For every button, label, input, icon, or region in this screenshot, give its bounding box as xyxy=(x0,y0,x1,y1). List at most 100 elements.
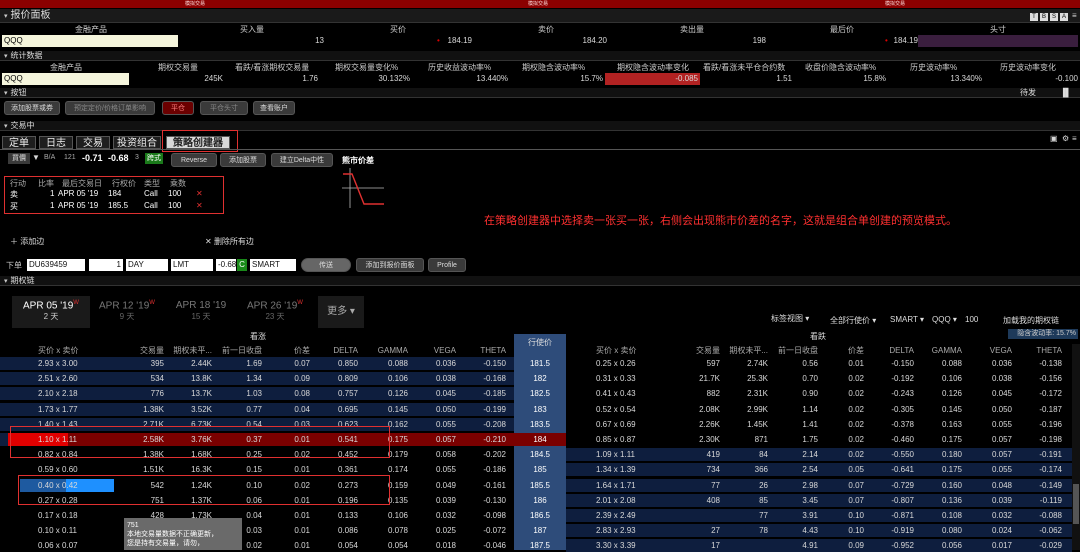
quote-symbol[interactable]: QQQ xyxy=(2,35,178,47)
view-account-button[interactable]: 查看账户 xyxy=(253,101,295,115)
add-instrument-button[interactable]: 添加股票或券 xyxy=(4,101,60,115)
strike-cell: 186.5 xyxy=(529,511,551,520)
chain-row[interactable]: 1.73 x 1.77 1.38K 3.52K 0.77 0.04 0.695 0.145 0… xyxy=(0,402,1080,416)
call-cell: 395 xyxy=(150,359,164,368)
order-type-select[interactable]: LMT xyxy=(171,259,213,271)
remove-all-legs-button[interactable]: ✕ 删除所有边 xyxy=(205,236,254,247)
more-menu-icon[interactable]: ▐▌ xyxy=(1060,88,1071,98)
call-cell[interactable]: 0.06 x 0.07 xyxy=(38,539,98,552)
tab-log[interactable]: 日志 xyxy=(39,136,73,149)
put-cell[interactable]: 0.67 x 0.69 xyxy=(596,418,656,431)
buy-icon[interactable]: B xyxy=(1040,13,1048,21)
price-field[interactable]: -0.68 xyxy=(216,259,236,271)
call-cell[interactable]: 0.10 x 0.11 xyxy=(38,524,98,537)
add-leg-button[interactable]: ＋ 添加边 xyxy=(10,236,44,247)
buttons-panel-header[interactable]: ▾ 按钮 待发 ▐▌ xyxy=(0,88,1080,98)
strike-cell: 183.5 xyxy=(529,419,551,429)
put-cell: 408 xyxy=(706,495,720,505)
tif-select[interactable]: DAY xyxy=(126,259,168,271)
chain-row[interactable]: 2.93 x 3.00 395 2.44K 1.69 0.07 0.850 0.088 0.0… xyxy=(0,357,1080,370)
put-col: 价差 xyxy=(848,346,864,355)
collapse-icon[interactable]: ▾ xyxy=(4,10,8,24)
put-cell[interactable]: 0.85 x 0.87 xyxy=(596,433,656,446)
symbol-chain-select[interactable]: QQQ ▾ xyxy=(932,315,957,324)
put-cell: 2.98 xyxy=(802,480,818,490)
expiry-tab-4[interactable]: APR 26 '19W 23 天 xyxy=(238,296,312,328)
put-cell[interactable]: 0.31 x 0.33 xyxy=(596,372,656,385)
add-stock-button[interactable]: 添加股票 xyxy=(220,153,266,167)
chain-row[interactable]: 2.10 x 2.18 776 13.7K 1.03 0.08 0.757 0.126 0.0… xyxy=(0,387,1080,401)
stats-row[interactable]: QQQ 245K 1.76 30.132% 13.440% 15.7% -0.0… xyxy=(0,73,1080,85)
stats-panel-header[interactable]: ▾ 统计数据 xyxy=(0,51,1080,61)
put-col: VEGA xyxy=(989,346,1012,355)
put-cell[interactable]: 2.01 x 2.08 xyxy=(596,494,656,507)
load-my-chain-button[interactable]: 加载我的期权链 xyxy=(1003,315,1059,326)
strike-filter-select[interactable]: 全部行使价 ▾ xyxy=(830,315,876,326)
call-cell: 0.055 xyxy=(435,419,456,429)
put-cell: 0.055 xyxy=(991,419,1012,429)
menu-icon[interactable]: ≡ xyxy=(1072,134,1077,143)
call-cell[interactable]: 1.73 x 1.77 xyxy=(38,403,98,416)
preview-order-button[interactable]: 预定定价/价格订单影响 xyxy=(65,101,155,115)
stats-val-4: 13.440% xyxy=(476,74,508,83)
put-cell: 597 xyxy=(706,359,720,368)
call-cell[interactable]: 2.93 x 3.00 xyxy=(38,357,98,370)
put-cell[interactable]: 1.09 x 1.11 xyxy=(596,448,656,461)
put-cell[interactable]: 0.25 x 0.26 xyxy=(596,357,656,370)
collapse-icon[interactable]: ▾ xyxy=(4,122,8,132)
price-c-badge[interactable]: C xyxy=(237,259,247,271)
delta-neutral-button[interactable]: 建立Delta中性 xyxy=(271,153,333,167)
scrollbar-thumb[interactable] xyxy=(1073,484,1079,524)
account-field[interactable]: DU639459 xyxy=(27,259,85,271)
close-button[interactable]: 平仓 xyxy=(162,101,194,115)
sell-icon[interactable]: S xyxy=(1050,13,1058,21)
more-expiries-button[interactable]: 更多 ▾ xyxy=(318,296,364,328)
alert-icon[interactable]: A xyxy=(1060,13,1068,21)
page-icon[interactable]: ▣ xyxy=(1050,134,1058,143)
stats-symbol[interactable]: QQQ xyxy=(2,73,129,85)
expiry-tab-3[interactable]: APR 18 '19 15 天 xyxy=(166,296,236,328)
put-cell[interactable]: 1.64 x 1.71 xyxy=(596,479,656,492)
quote-panel-header[interactable]: ▾ 报价面板 xyxy=(0,9,1080,23)
quote-row[interactable]: QQQ 13 • 184.19 184.20 198 • 184.19 xyxy=(0,35,1080,47)
option-chain-header[interactable]: ▾ 期权链 xyxy=(0,276,1080,286)
pending-label[interactable]: 待发 xyxy=(1020,88,1036,98)
call-cell[interactable]: 0.17 x 0.18 xyxy=(38,509,98,522)
chain-row[interactable]: 2.51 x 2.60 534 13.8K 1.34 0.09 0.809 0.106 0.0… xyxy=(0,372,1080,386)
call-cell[interactable]: 2.51 x 2.60 xyxy=(38,372,98,385)
put-cell[interactable]: 2.83 x 2.93 xyxy=(596,524,656,537)
call-cell: -0.130 xyxy=(483,495,506,505)
route-select[interactable]: SMART xyxy=(250,259,296,271)
dropdown-icon[interactable]: ▼ xyxy=(32,153,40,162)
reverse-button[interactable]: Reverse xyxy=(171,153,217,167)
ticker-icon[interactable]: T xyxy=(1030,13,1038,21)
put-cell[interactable]: 3.30 x 3.39 xyxy=(596,539,656,552)
collapse-icon[interactable]: ▾ xyxy=(4,277,8,287)
view-select[interactable]: 标签视图 ▾ xyxy=(771,313,809,324)
expiry-tab-2[interactable]: APR 12 '19W 9 天 xyxy=(92,296,162,328)
menu-icon[interactable]: ≡ xyxy=(1072,11,1077,20)
add-to-quote-button[interactable]: 添加到报价面板 xyxy=(356,258,424,272)
quantity-field[interactable]: 1 xyxy=(89,259,123,271)
put-cell[interactable]: 2.39 x 2.49 xyxy=(596,509,656,522)
tab-orders[interactable]: 定单 xyxy=(2,136,36,149)
put-cell: -0.550 xyxy=(891,450,914,460)
route-chain-select[interactable]: SMART ▾ xyxy=(890,315,924,324)
scrollbar[interactable] xyxy=(1072,344,1080,550)
call-cell: 0.032 xyxy=(435,511,456,520)
exchange-select[interactable]: 買價 xyxy=(8,153,30,164)
gear-icon[interactable]: ⚙ xyxy=(1062,134,1069,143)
tab-portfolio[interactable]: 投资组合 xyxy=(113,136,161,149)
profile-button[interactable]: Profile xyxy=(428,258,466,272)
put-cell[interactable]: 1.34 x 1.39 xyxy=(596,463,656,476)
call-cell[interactable]: 2.10 x 2.18 xyxy=(38,387,98,400)
collapse-icon[interactable]: ▾ xyxy=(4,52,8,62)
put-cell[interactable]: 0.52 x 0.54 xyxy=(596,403,656,416)
close-position-button[interactable]: 平仓头寸 xyxy=(200,101,248,115)
multiplier-field[interactable]: 100 xyxy=(965,315,978,324)
expiry-tab-1[interactable]: APR 05 '19W 2 天 xyxy=(12,296,90,328)
collapse-icon[interactable]: ▾ xyxy=(4,89,8,99)
tab-trades[interactable]: 交易 xyxy=(76,136,110,149)
put-cell[interactable]: 0.41 x 0.43 xyxy=(596,387,656,400)
submit-button[interactable]: 传送 xyxy=(301,258,351,272)
